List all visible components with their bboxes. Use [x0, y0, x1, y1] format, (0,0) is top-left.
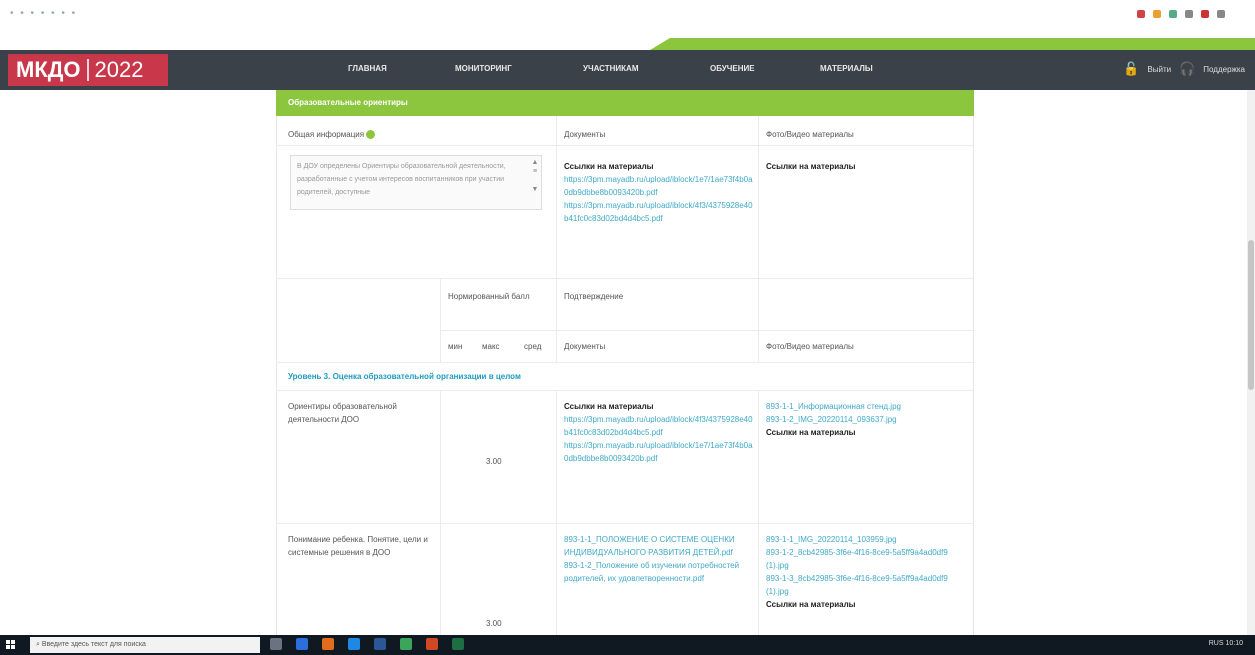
task-view-icon[interactable]: [270, 638, 282, 650]
textarea-scrollbar[interactable]: ▲ ≡ ▼: [531, 158, 539, 208]
criterion-name: Понимание ребенка. Понятие, цели и систе…: [288, 535, 428, 557]
divider: [556, 116, 557, 362]
extension-icon[interactable]: [1201, 10, 1209, 18]
browser-address-blur: • • • • • • •: [10, 8, 78, 19]
app-icon[interactable]: [348, 638, 360, 650]
photo-col-header: Фото/Видео материалы: [766, 342, 854, 351]
general-photo-links: Ссылки на материалы: [766, 160, 855, 173]
criterion-score: 3.00: [486, 619, 502, 628]
doc-links-title: Ссылки на материалы: [564, 162, 654, 171]
nav-item-home[interactable]: ГЛАВНАЯ: [348, 64, 387, 73]
doc-link[interactable]: https://3pm.mayadb.ru/upload/iblock/4f3/…: [564, 199, 754, 225]
general-info-label: Общая информация: [288, 128, 376, 141]
scrollbar-thumb[interactable]: [1248, 240, 1254, 390]
nav-item-training[interactable]: ОБУЧЕНИЕ: [710, 64, 755, 73]
general-info-text: Общая информация: [288, 130, 365, 139]
extension-icon[interactable]: [1185, 10, 1193, 18]
windows-taskbar: ⌕ Введите здесь текст для поиска RUS 10:…: [0, 635, 1255, 655]
extension-icon[interactable]: [1217, 10, 1225, 18]
photo-link[interactable]: 893-1-1_IMG_20220114_103959.jpg: [766, 533, 966, 546]
divider: [758, 116, 759, 362]
documents-col-header: Документы: [564, 342, 606, 351]
nav-item-monitoring[interactable]: МОНИТОРИНГ: [455, 64, 512, 73]
nav-item-participants[interactable]: УЧАСТНИКАМ: [583, 64, 639, 73]
logo-separator: [86, 59, 89, 81]
photo-links-title: Ссылки на материалы: [766, 428, 856, 437]
extension-icon[interactable]: [1169, 10, 1177, 18]
app-icon[interactable]: [400, 638, 412, 650]
criterion-name: Ориентиры образовательной деятельности Д…: [288, 402, 397, 424]
divider: [276, 390, 974, 391]
divider: [440, 278, 441, 362]
criterion-doc-links: 893-1-1_ПОЛОЖЕНИЕ О СИСТЕМЕ ОЦЕНКИ ИНДИВ…: [564, 533, 754, 633]
site-logo[interactable]: МКДО 2022: [8, 54, 168, 86]
avg-header: сред: [524, 342, 542, 351]
nav-item-materials[interactable]: МАТЕРИАЛЫ: [820, 64, 873, 73]
header-green-accent: [650, 38, 1255, 50]
headset-icon[interactable]: 🎧: [1179, 61, 1195, 77]
confirmation-header: Подтверждение: [564, 292, 624, 301]
divider: [440, 330, 974, 331]
doc-link[interactable]: https://3pm.mayadb.ru/upload/iblock/4f3/…: [564, 413, 754, 439]
divider: [276, 362, 974, 363]
logo-year: 2022: [94, 57, 144, 82]
photo-link[interactable]: 893-1-2_8cb42985-3f6e-4f16-8ce9-5a5ff9a4…: [766, 546, 966, 572]
info-icon[interactable]: [366, 130, 376, 140]
photo-header: Фото/Видео материалы: [766, 130, 854, 139]
divider: [276, 278, 974, 279]
divider: [556, 390, 557, 635]
criterion-score: 3.00: [486, 457, 502, 466]
page-scrollbar[interactable]: [1247, 90, 1255, 635]
criterion-photo-links: 893-1-1_Информационная стенд.jpg 893-1-2…: [766, 400, 966, 439]
browser-top-strip: • • • • • • •: [0, 0, 1255, 40]
photo-link[interactable]: 893-1-1_Информационная стенд.jpg: [766, 400, 966, 413]
min-header: мин: [448, 342, 463, 351]
level3-title: Уровень 3. Оценка образовательной органи…: [288, 372, 521, 381]
divider: [758, 390, 759, 635]
general-doc-links: Ссылки на материалы https://3pm.mayadb.r…: [564, 160, 754, 225]
criterion-photo-links: 893-1-1_IMG_20220114_103959.jpg 893-1-2_…: [766, 533, 966, 633]
general-info-textarea[interactable]: В ДОУ определены Ориентиры образовательн…: [290, 155, 542, 210]
app-icon[interactable]: [426, 638, 438, 650]
support-link[interactable]: Поддержка: [1203, 65, 1245, 74]
word-icon[interactable]: [374, 638, 386, 650]
app-icon[interactable]: [296, 638, 308, 650]
textarea-text: В ДОУ определены Ориентиры образовательн…: [297, 163, 506, 196]
search-placeholder: Введите здесь текст для поиска: [41, 641, 146, 648]
main-navbar: МКДО 2022 ГЛАВНАЯ МОНИТОРИНГ УЧАСТНИКАМ …: [0, 50, 1255, 90]
taskbar-search-input[interactable]: ⌕ Введите здесь текст для поиска: [30, 637, 260, 653]
doc-link[interactable]: https://3pm.mayadb.ru/upload/iblock/1e7/…: [564, 439, 754, 465]
extension-icon[interactable]: [1137, 10, 1145, 18]
logo-text: МКДО: [16, 57, 81, 82]
divider: [276, 523, 974, 524]
windows-start-icon[interactable]: [6, 640, 16, 650]
max-header: макс: [482, 342, 500, 351]
excel-icon[interactable]: [452, 638, 464, 650]
divider: [276, 145, 974, 146]
nav-user-actions: 🔓 Выйти 🎧 Поддержка: [1123, 61, 1245, 77]
divider: [440, 390, 441, 635]
documents-header: Документы: [564, 130, 606, 139]
doc-link[interactable]: 893-1-2_Положение об изучении потребност…: [564, 559, 754, 585]
photo-link[interactable]: 893-1-2_IMG_20220114_093637.jpg: [766, 413, 966, 426]
section-header: Образовательные ориентиры: [276, 90, 974, 116]
section-title: Образовательные ориентиры: [288, 98, 408, 107]
doc-link[interactable]: https://3pm.mayadb.ru/upload/iblock/1e7/…: [564, 173, 754, 199]
browser-extension-icons: [1137, 10, 1225, 18]
normalized-score-header: Нормированный балл: [448, 292, 530, 301]
system-tray[interactable]: RUS 10:10: [1209, 640, 1243, 647]
browser-icon[interactable]: [322, 638, 334, 650]
doc-link[interactable]: 893-1-1_ПОЛОЖЕНИЕ О СИСТЕМЕ ОЦЕНКИ ИНДИВ…: [564, 533, 754, 559]
unlock-icon[interactable]: 🔓: [1123, 61, 1139, 77]
extension-icon[interactable]: [1153, 10, 1161, 18]
criterion-doc-links: Ссылки на материалы https://3pm.mayadb.r…: [564, 400, 754, 465]
photo-links-title: Ссылки на материалы: [766, 162, 856, 171]
doc-links-title: Ссылки на материалы: [564, 402, 654, 411]
logout-link[interactable]: Выйти: [1147, 65, 1171, 74]
photo-link[interactable]: 893-1-3_8cb42985-3f6e-4f16-8ce9-5a5ff9a4…: [766, 572, 966, 598]
photo-links-title: Ссылки на материалы: [766, 600, 856, 609]
taskbar-apps: [270, 638, 464, 650]
